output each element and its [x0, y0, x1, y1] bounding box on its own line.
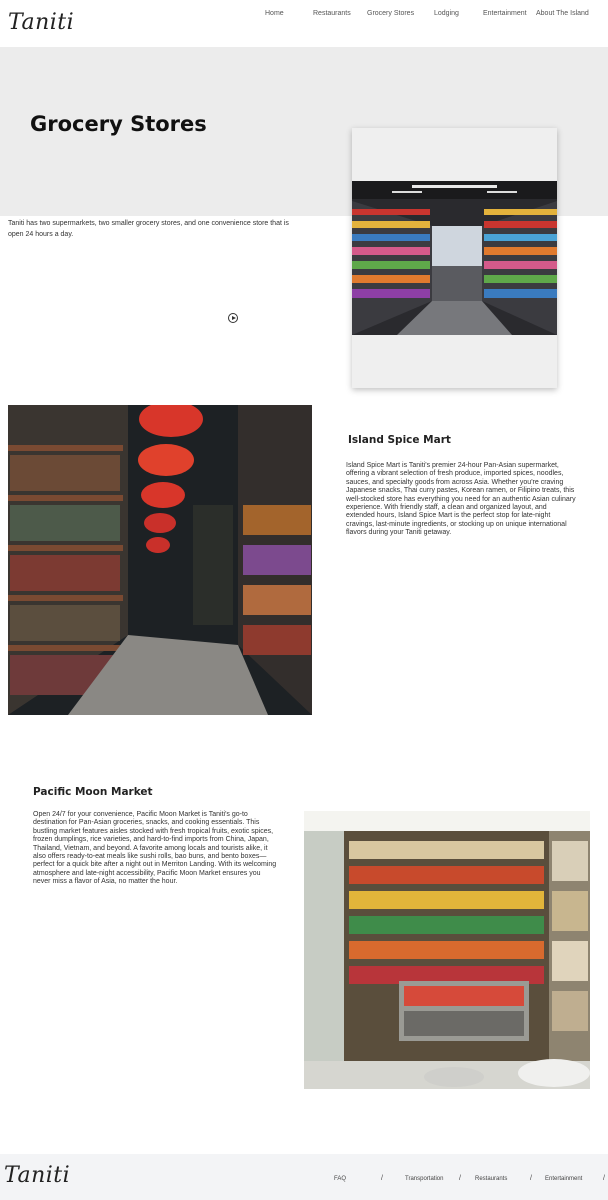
intro-text: Taniti has two supermarkets, two smaller…: [8, 220, 289, 238]
footer-separator: /: [603, 1175, 605, 1182]
nav-entertainment[interactable]: Entertainment: [483, 10, 527, 17]
convenience-store-photo: [304, 811, 590, 1089]
footer-separator: /: [459, 1175, 461, 1182]
supermarket-aisle-photo: [352, 181, 557, 335]
section-title-pacific-moon-market: Pacific Moon Market: [33, 786, 153, 798]
footer-separator: /: [530, 1175, 532, 1182]
nav-about-the-island[interactable]: About The Island: [536, 10, 589, 17]
play-icon[interactable]: [228, 313, 238, 323]
page-title: Grocery Stores: [30, 112, 207, 136]
section-body-island-spice-mart: Island Spice Mart is Taniti's premier 24…: [346, 462, 576, 537]
nav-restaurants[interactable]: Restaurants: [313, 10, 351, 17]
nav-lodging[interactable]: Lodging: [434, 10, 459, 17]
footer-logo[interactable]: Taniti: [4, 1163, 70, 1188]
site-logo[interactable]: Taniti: [8, 10, 74, 35]
page: Taniti Home Restaurants Grocery Stores L…: [0, 0, 608, 1200]
footer-separator: /: [381, 1175, 383, 1182]
footer: [0, 1154, 608, 1200]
lantern-aisle-photo: [8, 405, 312, 715]
nav-home[interactable]: Home: [265, 10, 284, 17]
footer-link-transportation[interactable]: Transportation: [405, 1176, 443, 1182]
section-title-island-spice-mart: Island Spice Mart: [348, 434, 451, 446]
nav-grocery-stores[interactable]: Grocery Stores: [367, 10, 414, 17]
footer-link-faq[interactable]: FAQ: [334, 1176, 346, 1182]
section-body-pacific-moon-market: Open 24/7 for your convenience, Pacific …: [33, 811, 277, 886]
footer-link-entertainment[interactable]: Entertainment: [545, 1176, 582, 1182]
footer-link-restaurants[interactable]: Restaurants: [475, 1176, 507, 1182]
featured-photo-card: [352, 128, 557, 388]
